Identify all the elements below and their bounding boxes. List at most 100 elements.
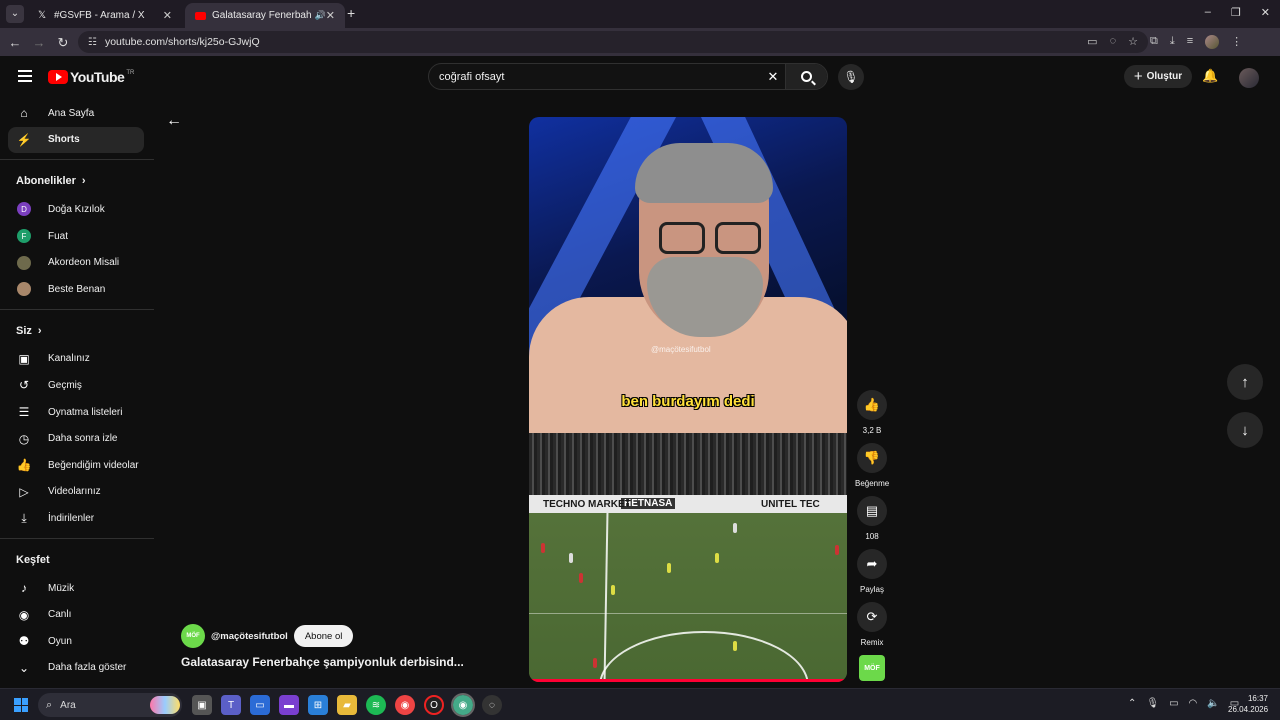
sidebar-divider <box>0 159 154 161</box>
subscription-fuat[interactable]: F Fuat <box>0 223 154 250</box>
back-arrow-icon[interactable]: ← <box>166 112 182 130</box>
search-box[interactable]: coğrafi ofsayt ✕ <box>428 63 828 90</box>
menu-icon[interactable]: ⋮ <box>1231 35 1242 49</box>
restore-button[interactable]: ❐ <box>1231 6 1241 19</box>
forward-button[interactable]: → <box>32 35 46 50</box>
clear-search-icon[interactable]: ✕ <box>761 69 785 85</box>
sidebar-item-playlists[interactable]: ☰ Oynatma listeleri <box>0 399 154 426</box>
sidebar-item-your-videos[interactable]: ▷ Videolarınız <box>0 479 154 506</box>
sidebar-item-watch-later[interactable]: ◷ Daha sonra izle <box>0 425 154 452</box>
sidebar-item-music[interactable]: ♪ Müzik <box>0 575 154 602</box>
video-progress-bar[interactable] <box>529 679 847 682</box>
new-tab-button[interactable]: + <box>347 5 359 21</box>
channel-avatar: F <box>17 229 31 244</box>
minimize-button[interactable]: – <box>1205 6 1211 19</box>
subscription-akordeon-misali[interactable]: Akordeon Misali <box>0 249 154 276</box>
reload-button[interactable]: ↻ <box>56 35 70 51</box>
next-short-button[interactable]: ↓ <box>1227 412 1263 448</box>
search-button[interactable] <box>785 64 827 89</box>
volume-icon[interactable]: 🔈 <box>1207 698 1219 709</box>
app-notification-icon[interactable]: ◌ <box>482 695 502 715</box>
user-avatar[interactable] <box>1239 68 1259 88</box>
back-button[interactable]: ← <box>8 35 22 50</box>
like-button[interactable]: 👍 <box>857 390 887 420</box>
file-explorer-icon[interactable]: ▰ <box>337 695 357 715</box>
you-heading[interactable]: Siz › <box>0 316 154 346</box>
thumbs-up-icon: 👍 <box>863 397 881 412</box>
sidebar-item-live[interactable]: ◉ Canlı <box>0 601 154 628</box>
monitor-app-icon[interactable]: ▭ <box>250 695 270 715</box>
microphone-icon: 🎙 <box>843 70 859 84</box>
download-icon[interactable]: ⤓ <box>1170 35 1175 49</box>
player <box>579 573 583 583</box>
shorts-icon: ⚡ <box>16 132 32 147</box>
tracking-protection-icon[interactable]: ◌ <box>1110 35 1117 48</box>
chevron-up-icon[interactable]: ⌃ <box>1128 698 1136 709</box>
shorts-video-player[interactable]: @maçötesifutbol ben burdayım dedi HETNAS… <box>529 117 847 682</box>
network-icon[interactable]: ◠ <box>1189 698 1198 709</box>
tab-search-button[interactable]: ⌄ <box>6 5 24 23</box>
teams-icon[interactable]: T <box>221 695 241 715</box>
dislike-button[interactable]: 👎 <box>857 443 887 473</box>
channel-avatar: D <box>17 202 31 217</box>
address-bar[interactable]: ☷ youtube.com/shorts/kj25o-GJwjQ ▭ ◌ ☆ <box>78 31 1148 53</box>
create-button[interactable]: + Oluştur <box>1124 65 1192 88</box>
comment-button[interactable]: ▤ <box>857 496 887 526</box>
taskbar-search[interactable]: ⌕ Ara <box>38 693 182 717</box>
spotify-icon[interactable]: ≋ <box>366 695 386 715</box>
speaker-icon[interactable]: 🔊 <box>315 10 326 21</box>
purple-app-icon[interactable]: ▬ <box>279 695 299 715</box>
sound-source-thumbnail[interactable]: MÖF <box>859 655 885 681</box>
opera-icon[interactable]: O <box>424 695 444 715</box>
channel-avatar <box>17 255 31 270</box>
task-view-icon[interactable]: ▣ <box>192 695 212 715</box>
windows-start-icon[interactable] <box>14 698 28 712</box>
previous-short-button[interactable]: ↑ <box>1227 364 1263 400</box>
share-button[interactable]: ➦ <box>857 549 887 579</box>
subscription-doga-kizilok[interactable]: D Doğa Kızılok <box>0 196 154 223</box>
display-icon[interactable]: ▭ <box>1169 698 1178 709</box>
hamburger-menu-icon[interactable] <box>18 70 32 82</box>
bookmark-star-icon[interactable]: ☆ <box>1128 35 1138 48</box>
remix-button[interactable]: ⟳ <box>857 602 887 632</box>
chrome-active-icon[interactable]: ◉ <box>451 693 475 717</box>
video-title[interactable]: Galatasaray Fenerbahçe şampiyonluk derbi… <box>181 655 464 669</box>
sidebar-item-your-channel[interactable]: ▣ Kanalınız <box>0 346 154 373</box>
sidebar-item-show-more[interactable]: ⌄ Daha fazla göster <box>0 655 154 682</box>
taskbar-clock[interactable]: 16:37 26.04.2026 <box>1228 693 1268 715</box>
tab-youtube-short[interactable]: Galatasaray Fenerbahçe şam 🔊 ✕ <box>185 3 345 28</box>
sidebar-item-history[interactable]: ↺ Geçmiş <box>0 372 154 399</box>
microphone-icon[interactable]: 🎙 <box>1146 698 1159 709</box>
playlists-icon: ☰ <box>18 405 30 420</box>
chrome-icon[interactable]: ◉ <box>395 695 415 715</box>
close-tab-icon[interactable]: ✕ <box>326 9 335 22</box>
sidebar-item-shorts[interactable]: ⚡ Shorts <box>8 126 144 154</box>
reading-list-icon[interactable]: ≡ <box>1187 35 1193 49</box>
close-tab-icon[interactable]: ✕ <box>163 9 172 22</box>
tab-x-search[interactable]: 𝕏 #GSvFB - Arama / X ✕ <box>26 3 182 28</box>
sidebar-item-liked-videos[interactable]: 👍 Beğendiğim videolar <box>0 452 154 479</box>
subscription-beste-benan[interactable]: Beste Benan <box>0 276 154 303</box>
voice-search-button[interactable]: 🎙 <box>838 64 864 90</box>
browser-titlebar: ⌄ 𝕏 #GSvFB - Arama / X ✕ Galatasaray Fen… <box>0 0 1280 28</box>
sidebar-item-gaming[interactable]: ⚉ Oyun <box>0 628 154 655</box>
channel-name[interactable]: @maçötesifutbol <box>211 631 288 642</box>
profile-avatar[interactable] <box>1205 35 1220 49</box>
sidebar-item-label: Canlı <box>48 609 72 621</box>
subscribe-button[interactable]: Abone ol <box>293 625 354 647</box>
youtube-logo[interactable]: YouTube TR <box>48 69 134 85</box>
close-window-button[interactable]: ✕ <box>1261 6 1270 19</box>
subscriptions-heading[interactable]: Abonelikler › <box>0 166 154 196</box>
store-icon[interactable]: ⊞ <box>308 695 328 715</box>
search-input[interactable]: coğrafi ofsayt <box>429 71 761 83</box>
sidebar-item-home[interactable]: ⌂ Ana Sayfa <box>0 100 154 127</box>
center-circle <box>599 631 809 682</box>
search-highlight-image <box>150 696 180 714</box>
site-info-icon[interactable]: ☷ <box>88 37 97 48</box>
sidebar-item-downloads[interactable]: ⤓ İndirilenler <box>0 505 154 532</box>
sidebar-item-label: Oyun <box>48 635 72 647</box>
notifications-bell-icon[interactable]: 🔔 <box>1202 68 1218 84</box>
channel-avatar[interactable]: MÖF <box>181 624 205 648</box>
extensions-icon[interactable]: ⧉ <box>1150 35 1158 49</box>
cast-icon[interactable]: ▭ <box>1087 35 1097 48</box>
